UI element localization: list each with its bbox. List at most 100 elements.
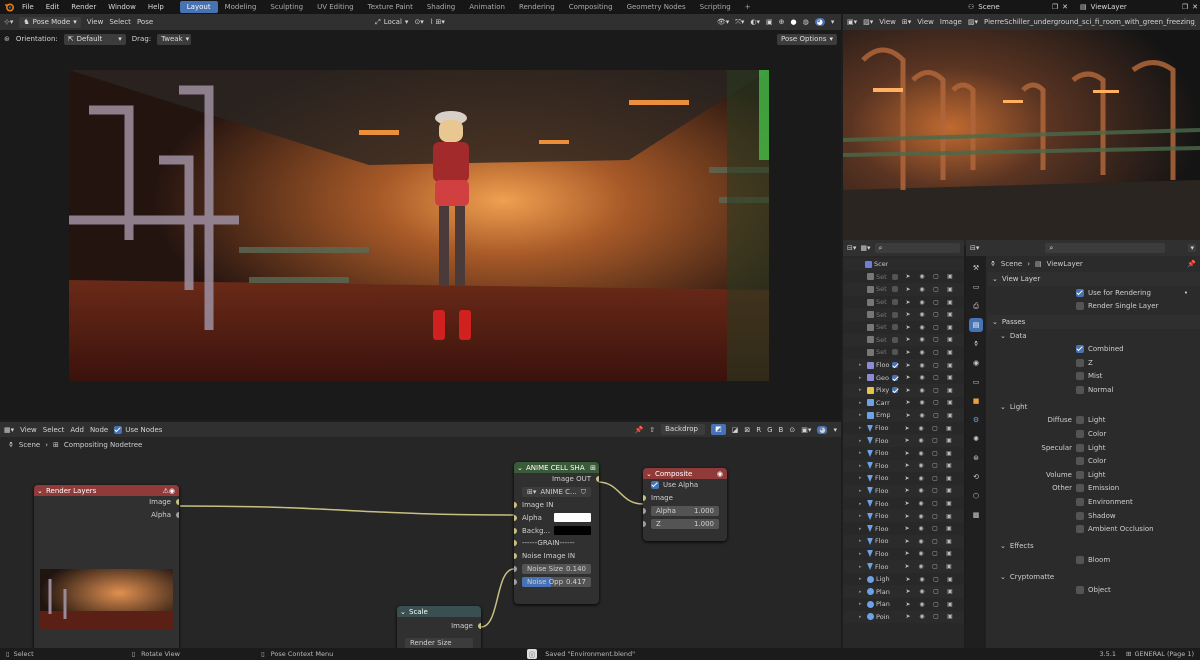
view-layer-panel-header[interactable]: ⌄ View Layer — [988, 272, 1200, 286]
select-arrow-icon[interactable]: ➤ — [903, 487, 911, 494]
light-pass-checkbox[interactable] — [1076, 443, 1084, 452]
object-tab-icon[interactable]: ■ — [969, 394, 983, 408]
composite-alpha-socket[interactable] — [643, 507, 646, 514]
gizmo-icon[interactable]: ⤧▾ — [735, 18, 744, 27]
visibility-icon[interactable]: ◉ — [917, 538, 925, 545]
composite-z-socket[interactable] — [643, 520, 646, 527]
expand-icon[interactable]: ▸ — [859, 538, 865, 544]
hide-icon[interactable]: ▢ — [932, 387, 940, 394]
outliner-row[interactable]: ▸ Plan ➤ ◉ ▢ ▣ — [843, 585, 964, 599]
blender-logo-icon[interactable] — [4, 2, 15, 12]
select-arrow-icon[interactable]: ➤ — [904, 362, 912, 369]
visibility-icon[interactable]: ◉ — [918, 273, 926, 280]
outliner-row[interactable]: ▸ Carr ➤ ◉ ▢ ▣ — [843, 397, 964, 410]
outliner-row[interactable]: Set ➤ ◉ ▢ ▣ — [843, 296, 964, 309]
select-arrow-icon[interactable]: ➤ — [903, 563, 911, 570]
outliner-row[interactable]: ▸ Floo ➤ ◉ ▢ ▣ — [843, 548, 964, 561]
bloom-checkbox[interactable] — [1076, 555, 1084, 564]
hide-icon[interactable]: ▢ — [932, 374, 940, 381]
visibility-icon[interactable]: ◉ — [918, 601, 926, 608]
hide-icon[interactable]: ▢ — [932, 349, 940, 356]
light-pass-checkbox[interactable] — [1076, 511, 1084, 520]
hide-icon[interactable]: ▢ — [932, 336, 940, 343]
hide-icon[interactable]: ▢ — [931, 525, 939, 532]
outliner-row[interactable]: ▸ Floo ➤ ◉ ▢ ▣ — [843, 422, 964, 435]
collapse-icon[interactable]: ⌄ — [646, 470, 652, 478]
hide-icon[interactable]: ▢ — [931, 538, 939, 545]
select-arrow-icon[interactable]: ➤ — [903, 550, 911, 557]
menu-window[interactable]: Window — [102, 3, 142, 11]
camera-icon[interactable]: ▣ — [945, 500, 953, 507]
alpha-output-socket[interactable] — [176, 512, 179, 519]
select-arrow-icon[interactable]: ➤ — [904, 576, 912, 583]
expand-icon[interactable]: ▸ — [859, 400, 865, 406]
outliner-row[interactable]: ▸ Emp ➤ ◉ ▢ ▣ — [843, 409, 964, 422]
menu-help[interactable]: Help — [142, 3, 170, 11]
hide-icon[interactable]: ▢ — [932, 601, 940, 608]
tab-modeling[interactable]: Modeling — [218, 1, 264, 13]
orientation-dropdown[interactable]: ⇱ Default ▾ — [63, 33, 126, 45]
outliner-row[interactable]: Set ➤ ◉ ▢ ▣ — [843, 333, 964, 347]
properties-editor[interactable]: ⊟▾ ⌕ ▾ ⚒ ▭ ⎙ ▤ ⚱ ◉ ▭ ■ ⚙ ✺ ⊛ ⟲ ⬡ ▩ ⚱ Sce… — [966, 240, 1200, 648]
light-pass-checkbox[interactable] — [1076, 484, 1084, 493]
hide-icon[interactable]: ▢ — [932, 412, 940, 419]
view-layer-selector[interactable]: ▤ ViewLayer ❐ ✕ — [1080, 1, 1198, 13]
hide-icon[interactable]: ▢ — [931, 450, 939, 457]
camera-icon[interactable]: ▣ — [946, 311, 954, 318]
xray-icon[interactable]: ▣ — [766, 18, 773, 26]
camera-icon[interactable]: ▣ — [946, 576, 954, 583]
background-color-swatch[interactable] — [554, 526, 591, 536]
exclude-checkbox[interactable] — [892, 311, 898, 318]
scene-tab-icon[interactable]: ⚱ — [969, 337, 983, 351]
object-row[interactable]: Object — [988, 584, 1200, 598]
node-group-dropdown[interactable]: ⊞▾ ANIME C... ⛉ — [522, 487, 591, 498]
menu-view-2[interactable]: View — [917, 18, 934, 26]
visibility-icon[interactable]: ◉ — [917, 563, 925, 570]
image-output-socket[interactable] — [176, 499, 179, 506]
compositor-node-editor[interactable]: ▦▾ View Select Add Node Use Nodes 📌 ⇧ Ba… — [0, 422, 841, 648]
hide-icon[interactable]: ▢ — [931, 437, 939, 444]
visibility-icon[interactable]: ◉ — [918, 387, 926, 394]
passes-panel-header[interactable]: ⌄ Passes — [988, 315, 1200, 330]
alpha-socket[interactable] — [514, 514, 517, 521]
select-arrow-icon[interactable]: ➤ — [904, 601, 912, 608]
outliner-row[interactable]: ▸ Pixy ➤ ◉ ▢ ▣ — [843, 383, 964, 397]
visibility-icon[interactable]: ◉ — [918, 349, 926, 356]
select-arrow-icon[interactable]: ➤ — [904, 336, 912, 343]
camera-icon[interactable]: ▣ — [945, 450, 953, 457]
composite-node-header[interactable]: ⌄ Composite ◉ — [643, 468, 727, 479]
outliner-row[interactable]: Set ➤ ◉ ▢ ▣ — [843, 321, 964, 334]
close-icon[interactable]: ✕ — [1062, 3, 1068, 11]
visibility-icon[interactable]: ◉ — [918, 362, 926, 369]
select-arrow-icon[interactable]: ➤ — [904, 588, 912, 595]
close-icon[interactable]: ✕ — [1192, 3, 1198, 11]
camera-icon[interactable]: ▣ — [946, 286, 954, 293]
visibility-icon[interactable]: ◉ — [918, 311, 926, 318]
camera-icon[interactable]: ▣ — [945, 425, 953, 432]
expand-icon[interactable]: ▸ — [859, 425, 865, 431]
visibility-icon[interactable]: ◉ — [917, 500, 925, 507]
cryptomatte-subpanel-header[interactable]: ⌄ Cryptomatte — [988, 571, 1200, 584]
outliner-search-input[interactable]: ⌕ — [874, 243, 960, 253]
mode-dropdown[interactable]: ♞ Pose Mode ▾ — [19, 16, 81, 28]
tab-shading[interactable]: Shading — [420, 1, 462, 13]
render-layers-header[interactable]: ⌄ Render Layers ⚠◉ — [34, 485, 179, 496]
copy-icon[interactable]: ❐ — [1052, 3, 1058, 11]
data-subpanel-header[interactable]: ⌄ Data — [988, 329, 1200, 342]
camera-icon[interactable]: ▣ — [945, 563, 953, 570]
collapse-icon[interactable]: ⌄ — [517, 464, 523, 472]
light-pass-checkbox[interactable] — [1076, 470, 1084, 479]
output-tab-icon[interactable]: ⎙ — [969, 299, 983, 313]
pose-options-dropdown[interactable]: Pose Options ▾ — [777, 33, 837, 45]
composite-z-field[interactable]: Z 1.000 — [651, 518, 719, 529]
camera-icon[interactable]: ▣ — [945, 525, 953, 532]
outliner-row[interactable]: ▸ Geo ➤ ◉ ▢ ▣ — [843, 371, 964, 384]
menu-edit[interactable]: Edit — [40, 3, 66, 11]
composite-node[interactable]: ⌄ Composite ◉ Use Alpha Image Alpha 1.000… — [643, 468, 727, 541]
render-layers-node[interactable]: ⌄ Render Layers ⚠◉ Image Alpha — [34, 485, 179, 648]
visibility-icon[interactable]: ◉ — [917, 437, 925, 444]
outliner-row[interactable]: Set ➤ ◉ ▢ ▣ — [843, 271, 964, 284]
image-browse-icon[interactable]: ▨▾ — [968, 18, 978, 26]
background-socket[interactable] — [514, 527, 517, 534]
transform-orientation-dropdown[interactable]: ⤢ Local ▾ — [375, 18, 408, 27]
